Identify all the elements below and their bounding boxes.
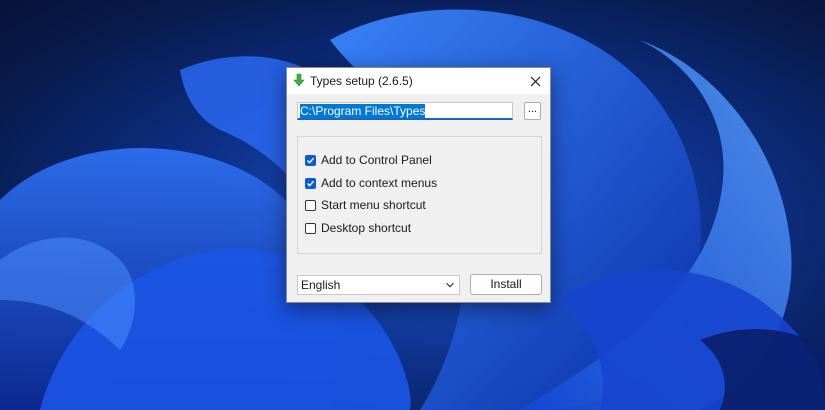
option-add-to-context-menus[interactable]: Add to context menus <box>305 175 437 191</box>
install-path-input[interactable]: C:\Program Files\Types <box>297 102 513 120</box>
option-label: Desktop shortcut <box>321 221 412 235</box>
green-down-arrow-icon <box>292 73 306 87</box>
checkbox-unchecked[interactable] <box>305 222 316 234</box>
title-bar[interactable]: Types setup (2.6.5) <box>287 68 550 94</box>
install-button[interactable]: Install <box>470 274 542 295</box>
browse-button[interactable]: ... <box>524 102 541 120</box>
window-title: Types setup (2.6.5) <box>310 74 413 88</box>
language-select[interactable]: English <box>297 275 460 295</box>
option-start-menu-shortcut[interactable]: Start menu shortcut <box>305 197 426 213</box>
language-selected-value: English <box>301 278 341 292</box>
chevron-down-icon <box>446 282 454 288</box>
install-path-value: C:\Program Files\Types <box>300 104 426 118</box>
checkbox-checked[interactable] <box>305 154 316 166</box>
close-button[interactable] <box>520 68 550 94</box>
checkmark-icon <box>307 180 315 187</box>
option-label: Add to context menus <box>321 176 438 190</box>
checkmark-icon <box>307 157 315 164</box>
setup-dialog: Types setup (2.6.5) C:\Program Files\Typ… <box>286 67 551 303</box>
option-desktop-shortcut[interactable]: Desktop shortcut <box>305 220 411 236</box>
checkbox-checked[interactable] <box>305 177 316 189</box>
checkbox-unchecked[interactable] <box>305 199 316 211</box>
option-label: Start menu shortcut <box>321 198 426 212</box>
option-label: Add to Control Panel <box>321 153 432 167</box>
close-icon <box>530 76 540 86</box>
option-add-to-control-panel[interactable]: Add to Control Panel <box>305 152 432 168</box>
